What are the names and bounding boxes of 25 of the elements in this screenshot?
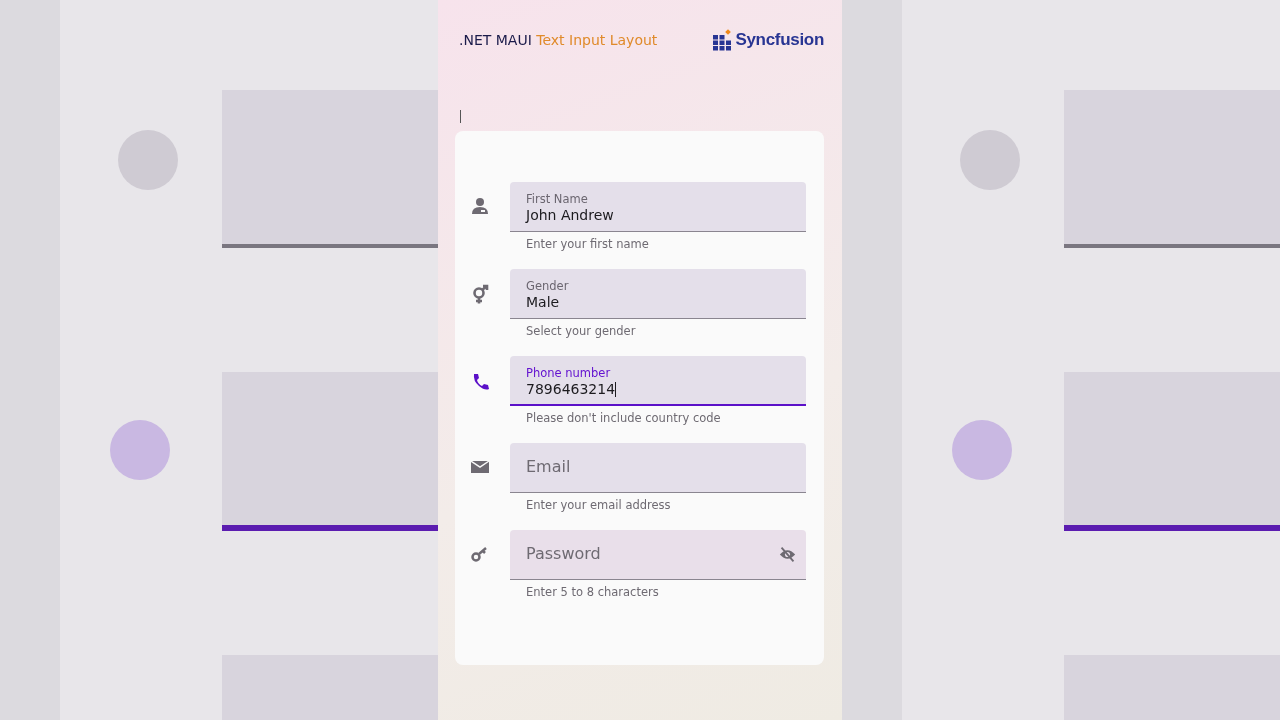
input-field[interactable]: Password (510, 530, 806, 580)
gender-icon (471, 284, 491, 304)
field-label: Phone number (526, 366, 611, 380)
field-label: First Name (526, 192, 588, 206)
field-placeholder: Password (526, 544, 601, 564)
helper-text: Select your gender (526, 324, 636, 338)
helper-text: Enter 5 to 8 characters (526, 585, 659, 599)
input-field[interactable]: Phone number 7896463214 (510, 356, 806, 406)
eye-off-icon[interactable] (779, 546, 796, 563)
input-field[interactable]: Email (510, 443, 806, 493)
field-value: 7896463214 (526, 380, 617, 398)
input-field[interactable]: First Name John Andrew (510, 182, 806, 232)
helper-text: Enter your first name (526, 237, 649, 251)
input-field[interactable]: Gender Male (510, 269, 806, 319)
field-value: John Andrew (526, 206, 614, 224)
field-value: Male (526, 293, 560, 311)
text-cursor (460, 110, 461, 123)
helper-text: Please don't include country code (526, 411, 721, 425)
helper-text: Enter your email address (526, 498, 671, 512)
logo: Syncfusion (713, 29, 824, 51)
field-placeholder: Email (526, 457, 571, 477)
person-icon (471, 197, 491, 217)
phone-icon (471, 371, 491, 391)
field-label: Gender (526, 279, 569, 293)
page-title: .NET MAUI Text Input Layout (459, 32, 658, 48)
